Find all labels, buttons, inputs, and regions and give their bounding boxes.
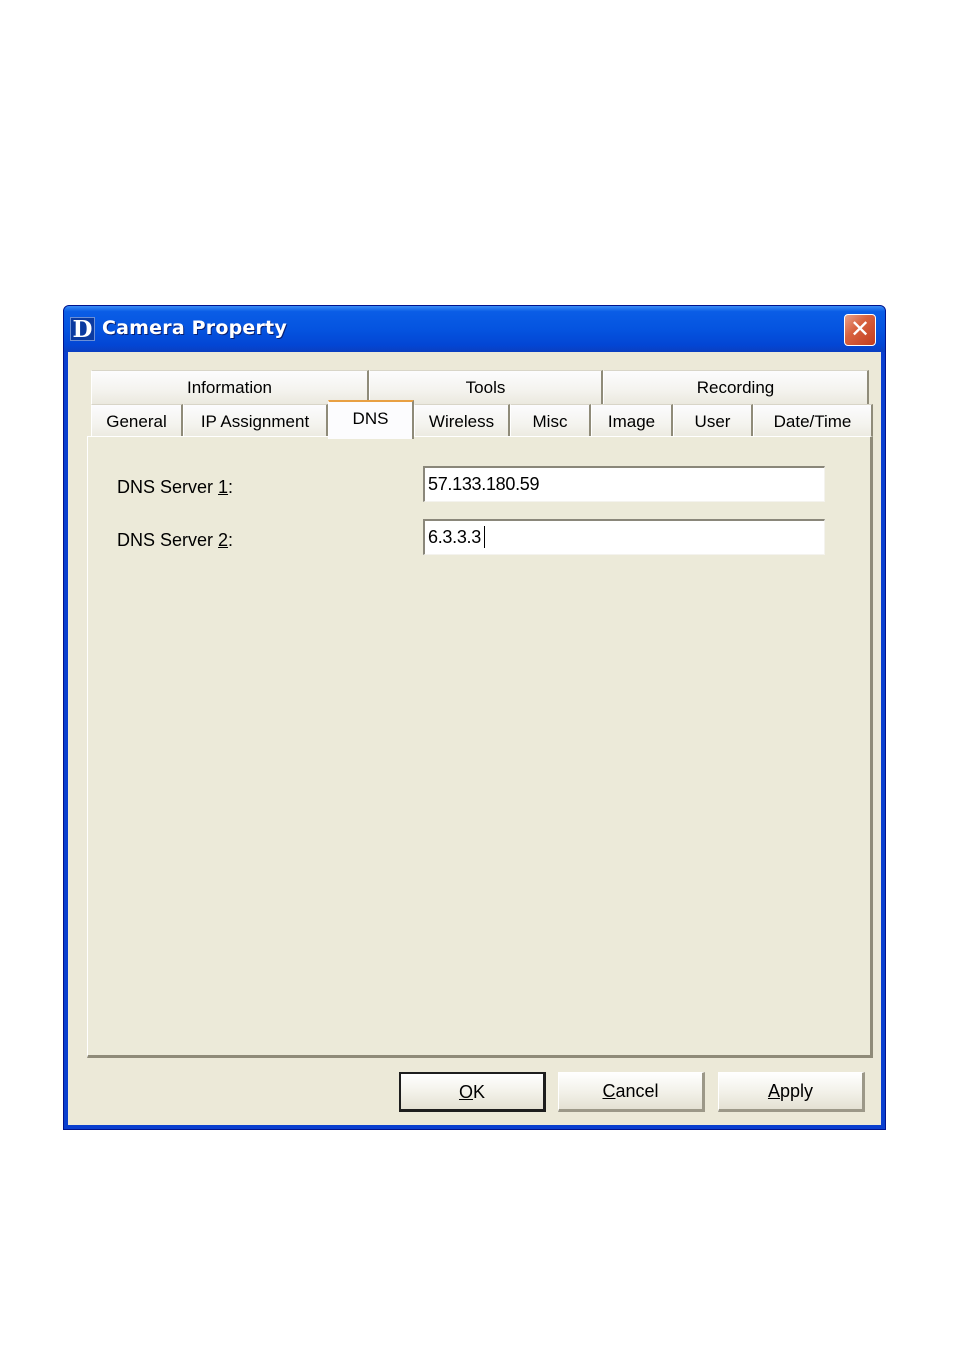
tab-label: Image [607, 412, 656, 431]
button-label: K [473, 1082, 486, 1102]
button-label: pply [779, 1081, 814, 1101]
dns-server-2-label: DNS Server 2: [117, 530, 233, 551]
label-text: DNS Server [117, 530, 219, 550]
accelerator-key: O [458, 1082, 473, 1102]
accelerator-key: C [602, 1081, 616, 1101]
label-text: DNS Server [117, 477, 219, 497]
dialog-client-area: Information Tools Recording General IP A… [68, 352, 881, 1125]
tab-tools[interactable]: Tools [369, 370, 603, 404]
tab-wireless[interactable]: Wireless [414, 404, 510, 438]
tab-general[interactable]: General [91, 404, 183, 438]
tab-label: General [106, 412, 167, 431]
text-caret [484, 526, 485, 548]
tab-ip-assignment[interactable]: IP Assignment [183, 404, 328, 438]
close-button[interactable]: ✕ [844, 314, 876, 346]
tab-row-top: Information Tools Recording [91, 370, 873, 404]
tab-user[interactable]: User [673, 404, 753, 438]
ok-button[interactable]: OK [399, 1072, 546, 1112]
tab-dns[interactable]: DNS [328, 400, 414, 439]
title-bar[interactable]: D Camera Property ✕ [64, 306, 885, 352]
dns-server-1-input[interactable] [423, 466, 825, 502]
tab-label: DNS [352, 409, 389, 428]
button-label: ancel [615, 1081, 659, 1101]
tab-label: Wireless [428, 412, 495, 431]
accelerator-key: 2 [218, 530, 229, 550]
label-colon: : [228, 477, 234, 497]
tab-label: Recording [696, 378, 775, 397]
tab-label: User [694, 412, 731, 431]
accelerator-key: A [767, 1081, 780, 1101]
apply-button[interactable]: Apply [718, 1072, 865, 1112]
tab-information[interactable]: Information [91, 370, 369, 404]
dns-tab-panel: DNS Server 1: DNS Server 2: [87, 436, 873, 1058]
tab-label: Information [186, 378, 273, 397]
tab-label: Misc [532, 412, 568, 431]
accelerator-key: 1 [218, 477, 229, 497]
window-title: Camera Property [102, 317, 287, 339]
tab-label: Tools [465, 378, 506, 397]
tab-label: Date/Time [773, 412, 852, 431]
camera-property-dialog: D Camera Property ✕ Information Tools Re… [63, 305, 886, 1130]
tab-recording[interactable]: Recording [603, 370, 869, 404]
tab-date-time[interactable]: Date/Time [753, 404, 873, 438]
close-icon: ✕ [849, 315, 871, 343]
dns-server-1-label: DNS Server 1: [117, 477, 233, 498]
label-colon: : [228, 530, 234, 550]
tab-misc[interactable]: Misc [510, 404, 591, 438]
tab-row-bottom: General IP Assignment DNS Wireless Misc … [91, 400, 876, 439]
d-link-logo-icon: D [70, 317, 95, 342]
cancel-button[interactable]: Cancel [558, 1072, 705, 1112]
tab-label: IP Assignment [200, 412, 310, 431]
tab-image[interactable]: Image [591, 404, 673, 438]
